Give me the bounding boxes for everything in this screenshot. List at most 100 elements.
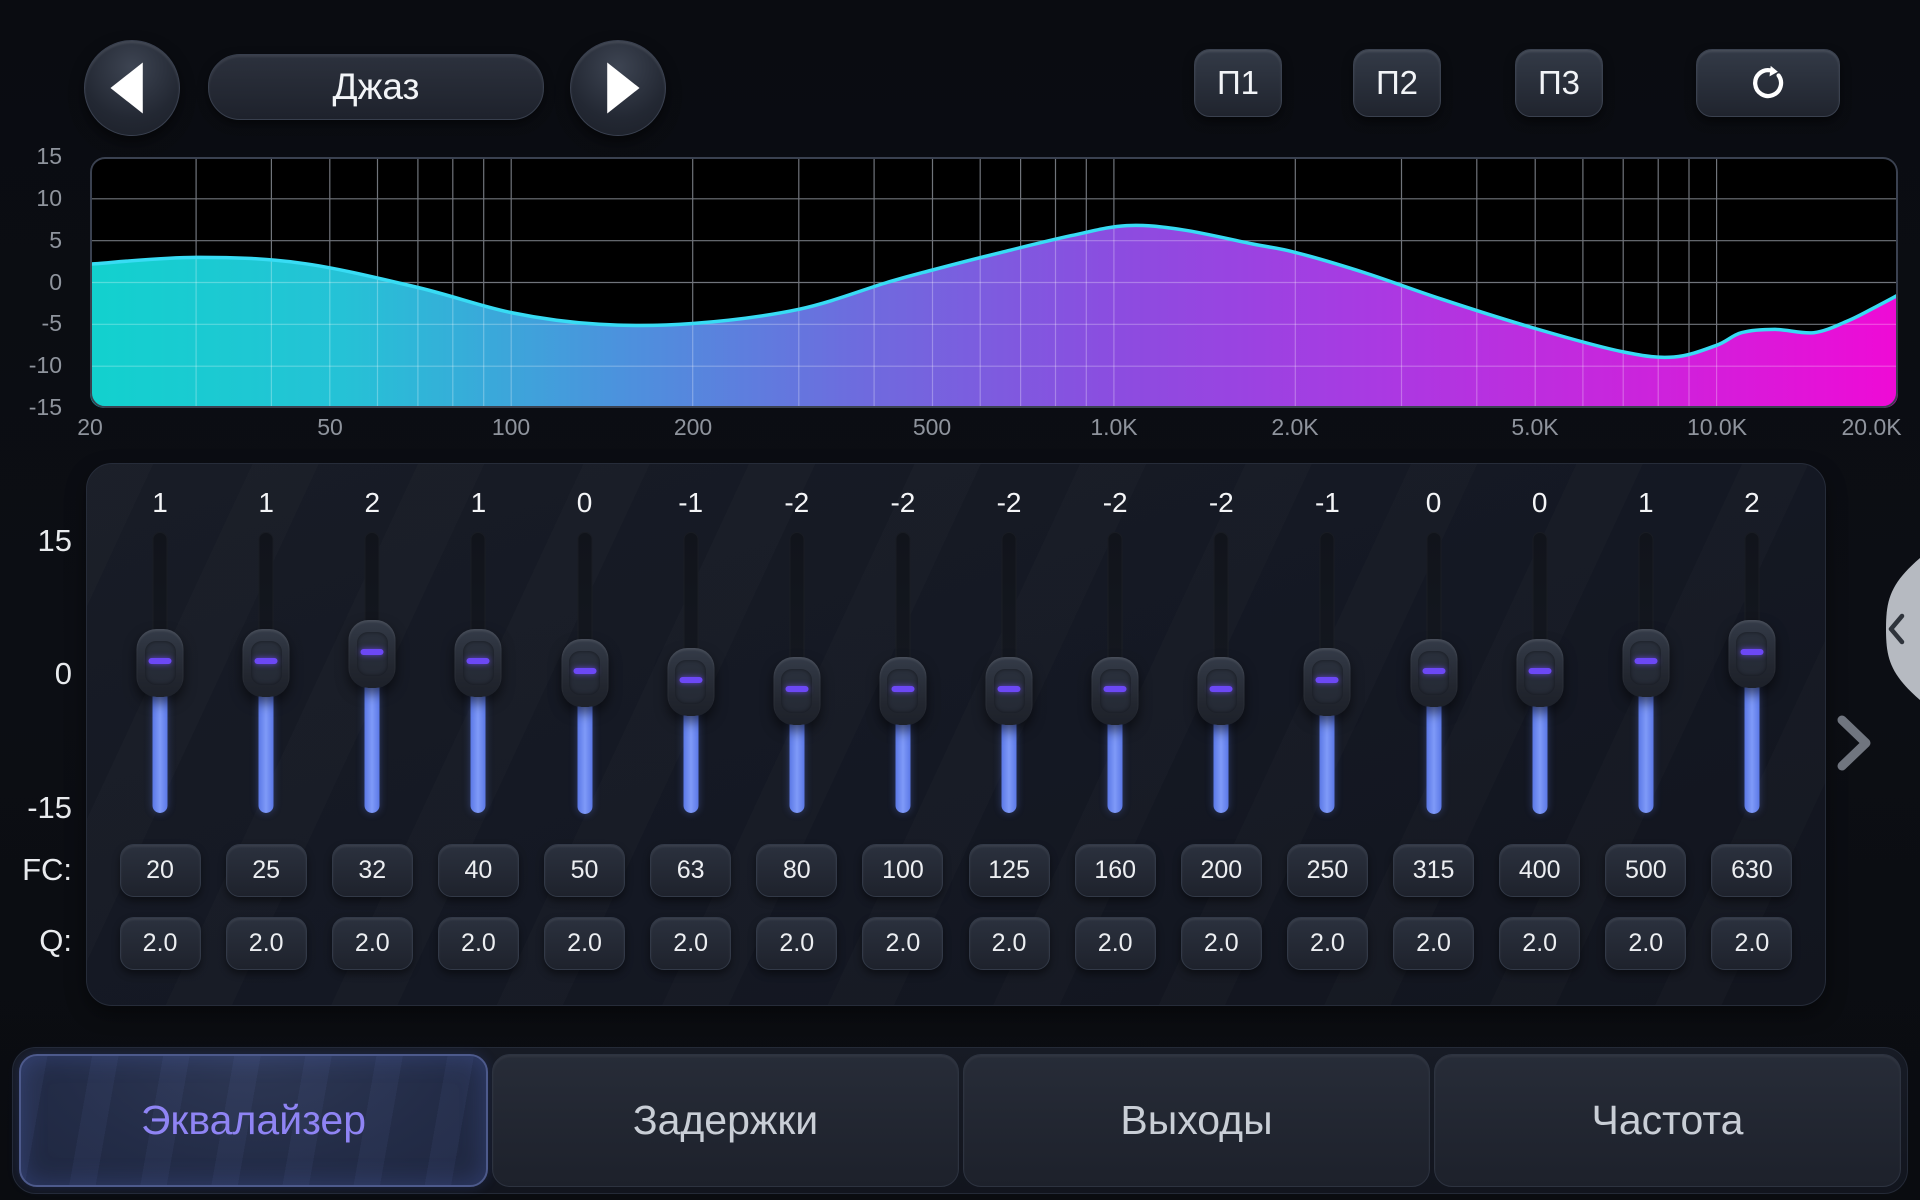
band-gain-slider[interactable] [454, 532, 502, 813]
band-fc-chip[interactable]: 20 [120, 844, 201, 897]
band-gain-slider[interactable] [667, 532, 715, 813]
band-q-chip[interactable]: 2.0 [756, 917, 837, 970]
preset-name: Джаз [333, 66, 420, 108]
tab-equalizer[interactable]: Эквалайзер [19, 1054, 488, 1187]
band-gain-slider[interactable] [1410, 532, 1458, 813]
slider-thumb-inner [569, 651, 600, 695]
slider-thumb-dash-icon [1422, 668, 1445, 674]
band-gain-value: 1 [471, 482, 487, 524]
band-q-chip[interactable]: 2.0 [332, 917, 413, 970]
band-gain-value: -2 [890, 482, 915, 524]
band-gain-slider[interactable] [348, 532, 396, 813]
slider-thumb-inner [994, 669, 1025, 713]
eq-band: 1 40 2.0 [425, 482, 531, 970]
x-axis-tick-label: 5.0K [1511, 414, 1558, 441]
band-gain-slider[interactable] [1516, 532, 1564, 813]
slider-thumb[interactable] [1198, 657, 1245, 725]
band-q-chip[interactable]: 2.0 [1605, 917, 1686, 970]
band-q-chip[interactable]: 2.0 [226, 917, 307, 970]
band-fc-chip[interactable]: 500 [1605, 844, 1686, 897]
band-gain-slider[interactable] [136, 532, 184, 813]
band-gain-slider[interactable] [1091, 532, 1139, 813]
band-q-chip[interactable]: 2.0 [438, 917, 519, 970]
band-q-chip[interactable]: 2.0 [862, 917, 943, 970]
x-axis-tick-label: 1.0K [1090, 414, 1137, 441]
band-q-chip[interactable]: 2.0 [650, 917, 731, 970]
tab-delays[interactable]: Задержки [492, 1054, 959, 1187]
slider-thumb[interactable] [455, 629, 502, 697]
slider-thumb[interactable] [1622, 629, 1669, 697]
slider-thumb[interactable] [773, 657, 820, 725]
slider-thumb[interactable] [1516, 639, 1563, 707]
band-fc-chip[interactable]: 63 [650, 844, 731, 897]
memory-button-p2[interactable]: П2 [1353, 49, 1441, 117]
band-fc-chip[interactable]: 315 [1393, 844, 1474, 897]
band-gain-value: -2 [784, 482, 809, 524]
slider-thumb[interactable] [879, 657, 926, 725]
eq-band: 1 20 2.0 [107, 482, 213, 970]
slider-thumb-inner [1206, 669, 1237, 713]
band-gain-slider[interactable] [1622, 532, 1670, 813]
slider-thumb-inner [781, 669, 812, 713]
band-q-chip[interactable]: 2.0 [1393, 917, 1474, 970]
slider-thumb[interactable] [349, 620, 396, 688]
band-q-chip[interactable]: 2.0 [120, 917, 201, 970]
reset-button[interactable] [1696, 49, 1840, 117]
slider-thumb[interactable] [137, 629, 184, 697]
slider-thumb[interactable] [1092, 657, 1139, 725]
memory-button-p3[interactable]: П3 [1515, 49, 1603, 117]
slider-thumb[interactable] [986, 657, 1033, 725]
band-fc-chip[interactable]: 630 [1711, 844, 1792, 897]
reset-icon [1748, 63, 1788, 103]
memory-button-p1[interactable]: П1 [1194, 49, 1282, 117]
slider-thumb[interactable] [1304, 648, 1351, 716]
band-q-chip[interactable]: 2.0 [1181, 917, 1262, 970]
band-fc-chip[interactable]: 80 [756, 844, 837, 897]
side-drawer-handle[interactable] [1860, 556, 1920, 702]
band-fc-chip[interactable]: 200 [1181, 844, 1262, 897]
tab-outputs[interactable]: Выходы [963, 1054, 1430, 1187]
band-fc-chip[interactable]: 100 [862, 844, 943, 897]
band-fc-chip[interactable]: 50 [544, 844, 625, 897]
y-axis-tick-label: 10 [0, 185, 62, 212]
band-gain-slider[interactable] [773, 532, 821, 813]
band-gain-slider[interactable] [1197, 532, 1245, 813]
band-fc-chip[interactable]: 400 [1499, 844, 1580, 897]
band-gain-slider[interactable] [879, 532, 927, 813]
preset-display[interactable]: Джаз [208, 54, 544, 120]
band-gain-slider[interactable] [985, 532, 1033, 813]
band-q-chip[interactable]: 2.0 [1075, 917, 1156, 970]
slider-thumb-inner [463, 641, 494, 685]
band-gain-slider[interactable] [561, 532, 609, 813]
left-triangle-icon [85, 40, 179, 136]
band-fc-chip[interactable]: 125 [969, 844, 1050, 897]
slider-thumb[interactable] [243, 629, 290, 697]
band-gain-slider[interactable] [1728, 532, 1776, 813]
slider-thumb[interactable] [1728, 620, 1775, 688]
slider-thumb-dash-icon [1104, 686, 1127, 692]
band-fc-chip[interactable]: 40 [438, 844, 519, 897]
band-q-chip[interactable]: 2.0 [544, 917, 625, 970]
band-fc-chip[interactable]: 250 [1287, 844, 1368, 897]
band-fc-chip[interactable]: 25 [226, 844, 307, 897]
band-q-chip[interactable]: 2.0 [1499, 917, 1580, 970]
preset-next-button[interactable] [570, 40, 666, 136]
tab-frequency[interactable]: Частота [1434, 1054, 1901, 1187]
band-gain-value: 2 [365, 482, 381, 524]
slider-thumb[interactable] [667, 648, 714, 716]
band-gain-value: -2 [997, 482, 1022, 524]
band-gain-slider[interactable] [1303, 532, 1351, 813]
band-gain-value: -2 [1209, 482, 1234, 524]
band-q-chip[interactable]: 2.0 [969, 917, 1050, 970]
slider-thumb[interactable] [1410, 639, 1457, 707]
band-q-chip[interactable]: 2.0 [1711, 917, 1792, 970]
band-q-chip[interactable]: 2.0 [1287, 917, 1368, 970]
band-gain-value: 0 [577, 482, 593, 524]
next-bands-page-button[interactable] [1832, 712, 1876, 774]
band-fc-chip[interactable]: 160 [1075, 844, 1156, 897]
band-gain-slider[interactable] [242, 532, 290, 813]
band-fc-chip[interactable]: 32 [332, 844, 413, 897]
slider-thumb-dash-icon [785, 686, 808, 692]
slider-thumb[interactable] [561, 639, 608, 707]
preset-prev-button[interactable] [84, 40, 180, 136]
